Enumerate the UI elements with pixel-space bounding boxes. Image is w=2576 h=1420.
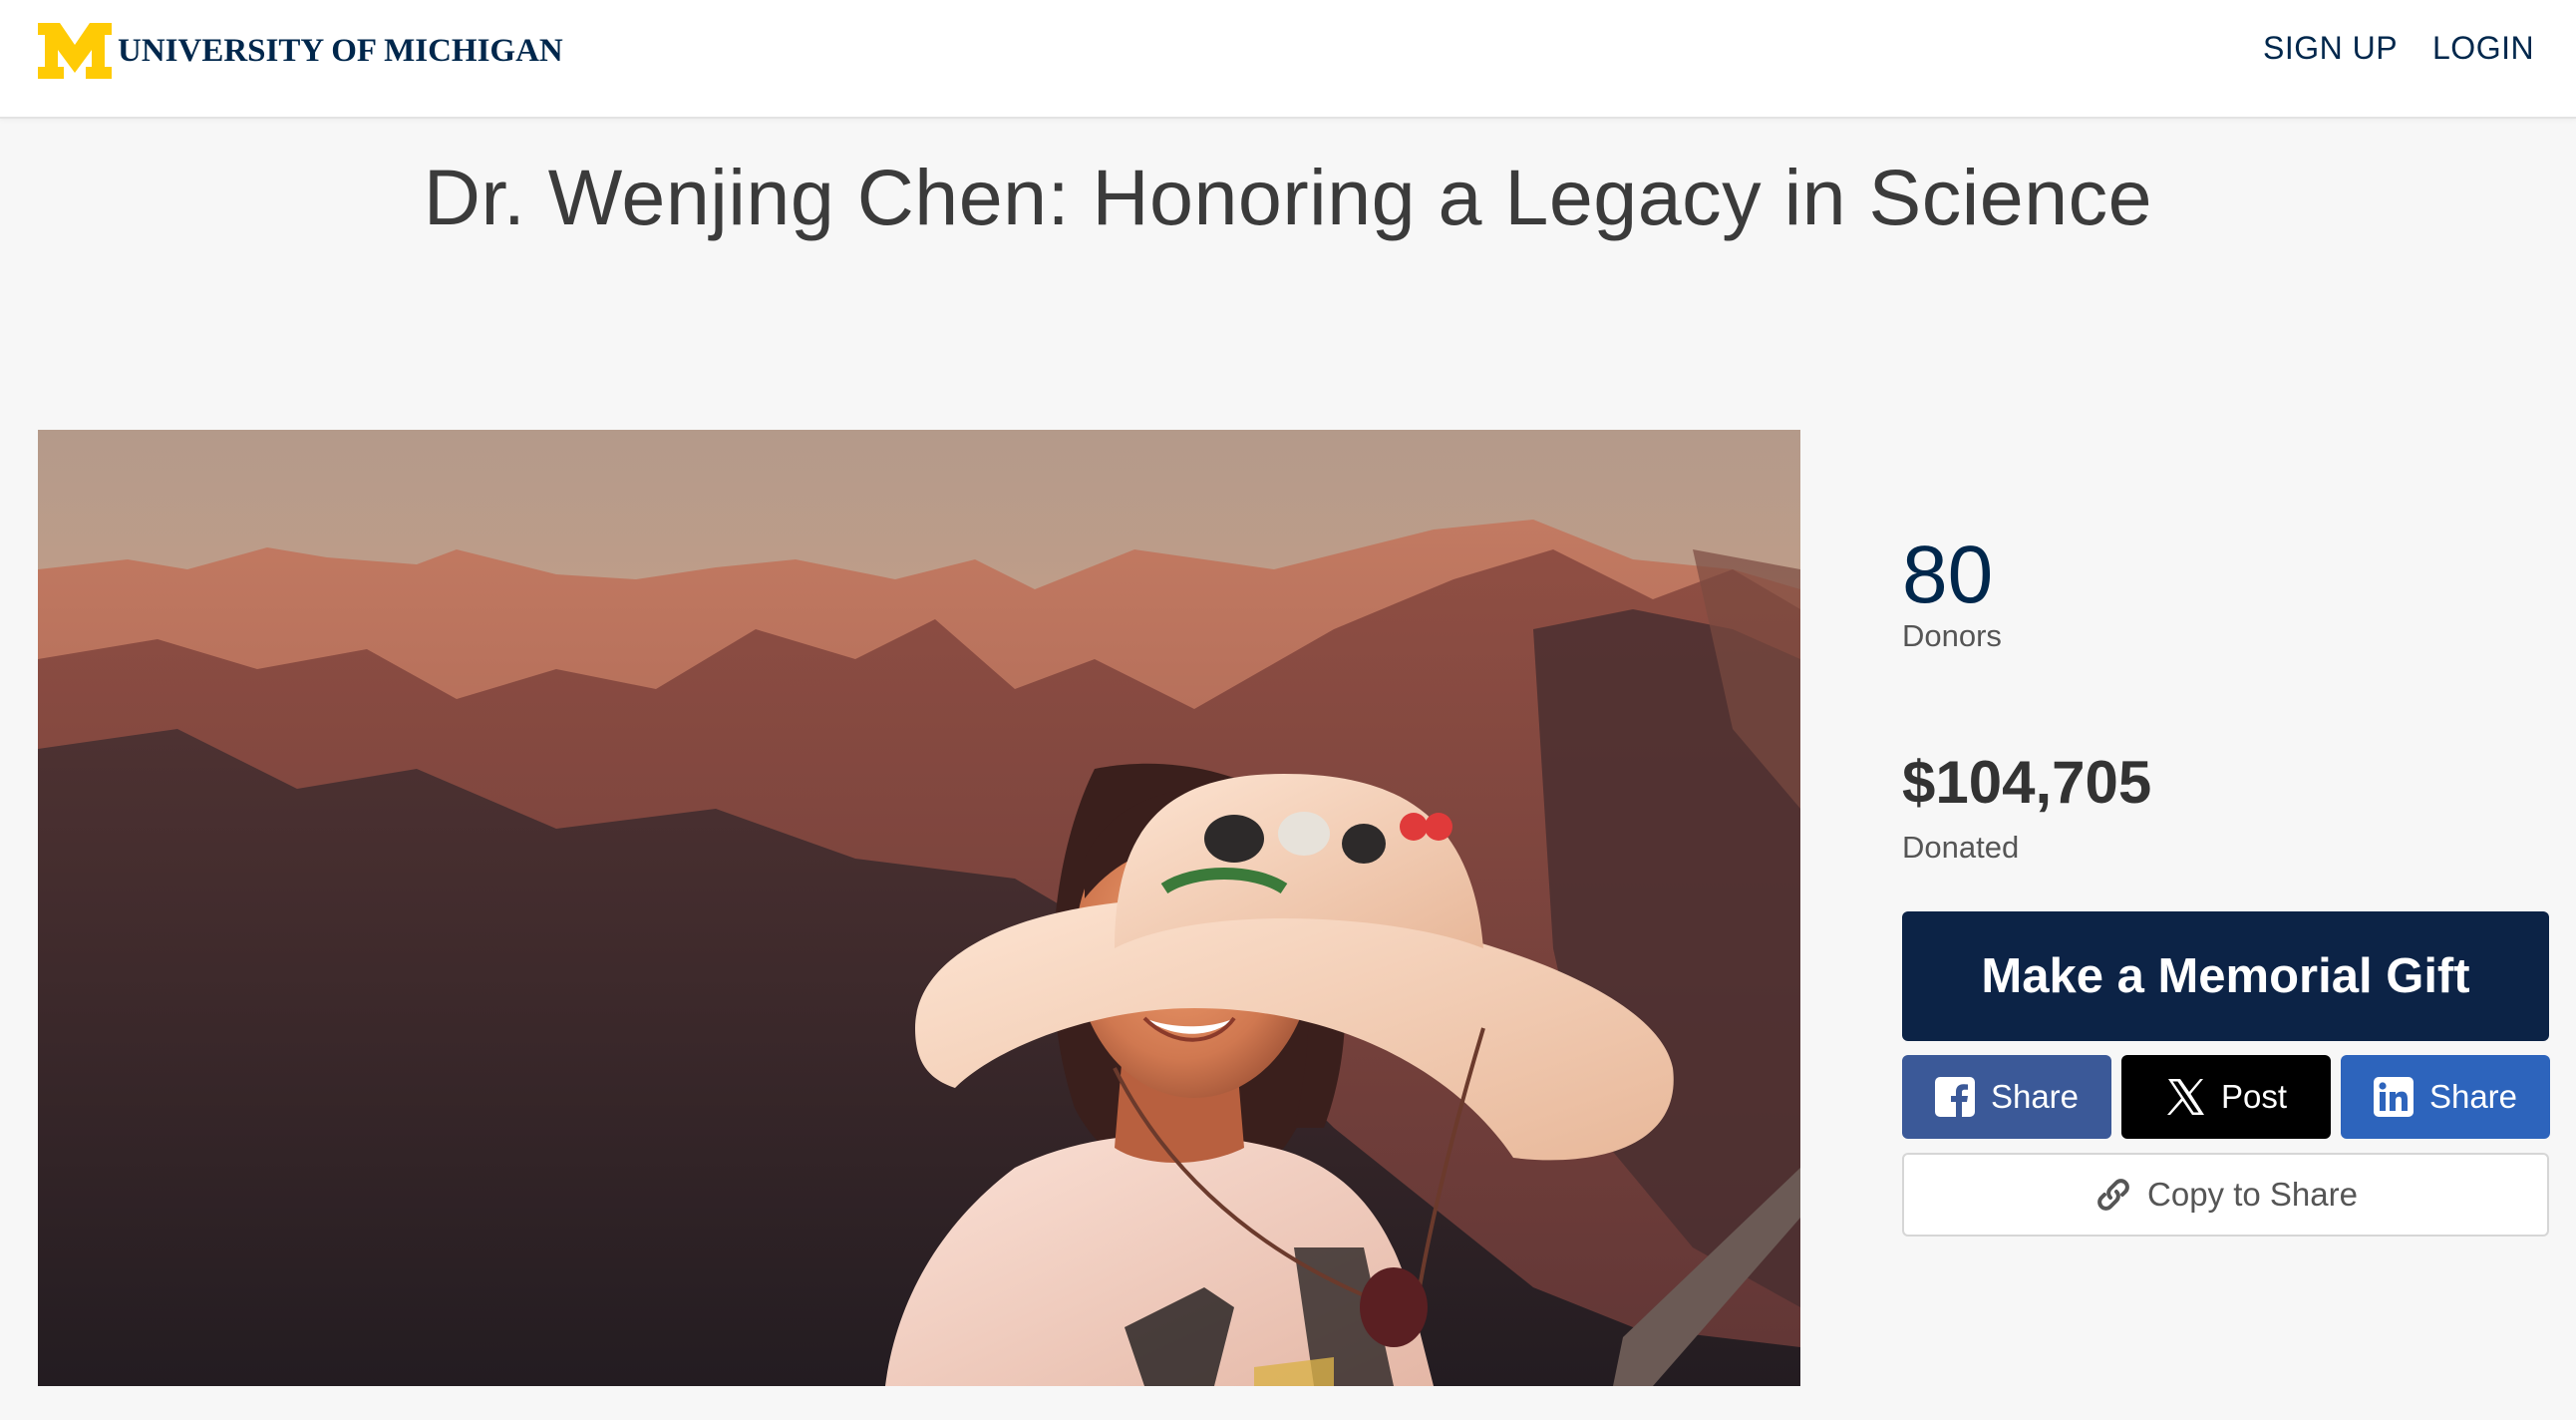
site-header: UNIVERSITY OF MICHIGAN SIGN UP LOGIN xyxy=(0,0,2576,119)
donated-label: Donated xyxy=(1902,830,2020,865)
memorial-photo xyxy=(38,430,1800,1386)
university-logo-link[interactable]: UNIVERSITY OF MICHIGAN xyxy=(38,22,563,80)
copy-link-label: Copy to Share xyxy=(2147,1176,2358,1213)
facebook-share-button[interactable]: Share xyxy=(1902,1055,2111,1139)
facebook-share-label: Share xyxy=(1990,1078,2080,1115)
university-name: UNIVERSITY OF MICHIGAN xyxy=(118,32,563,69)
make-memorial-gift-button[interactable]: Make a Memorial Gift xyxy=(1902,911,2549,1041)
copy-link-button[interactable]: Copy to Share xyxy=(1902,1153,2549,1237)
donated-amount: $104,705 xyxy=(1902,749,2152,816)
donors-label: Donors xyxy=(1902,618,2002,653)
donors-count: 80 xyxy=(1902,530,1994,620)
sign-up-link[interactable]: SIGN UP xyxy=(2263,30,2398,67)
login-link[interactable]: LOGIN xyxy=(2432,30,2534,67)
linkedin-share-button[interactable]: Share xyxy=(2341,1055,2550,1139)
x-post-label: Post xyxy=(2220,1078,2288,1115)
page-title: Dr. Wenjing Chen: Honoring a Legacy in S… xyxy=(423,153,2153,241)
x-icon xyxy=(2166,1079,2204,1115)
link-icon xyxy=(2097,1179,2129,1211)
block-m-logo-icon xyxy=(38,23,112,79)
facebook-icon xyxy=(1934,1077,1975,1117)
linkedin-icon xyxy=(2373,1077,2414,1117)
x-post-button[interactable]: Post xyxy=(2121,1055,2331,1139)
linkedin-share-label: Share xyxy=(2428,1078,2518,1115)
